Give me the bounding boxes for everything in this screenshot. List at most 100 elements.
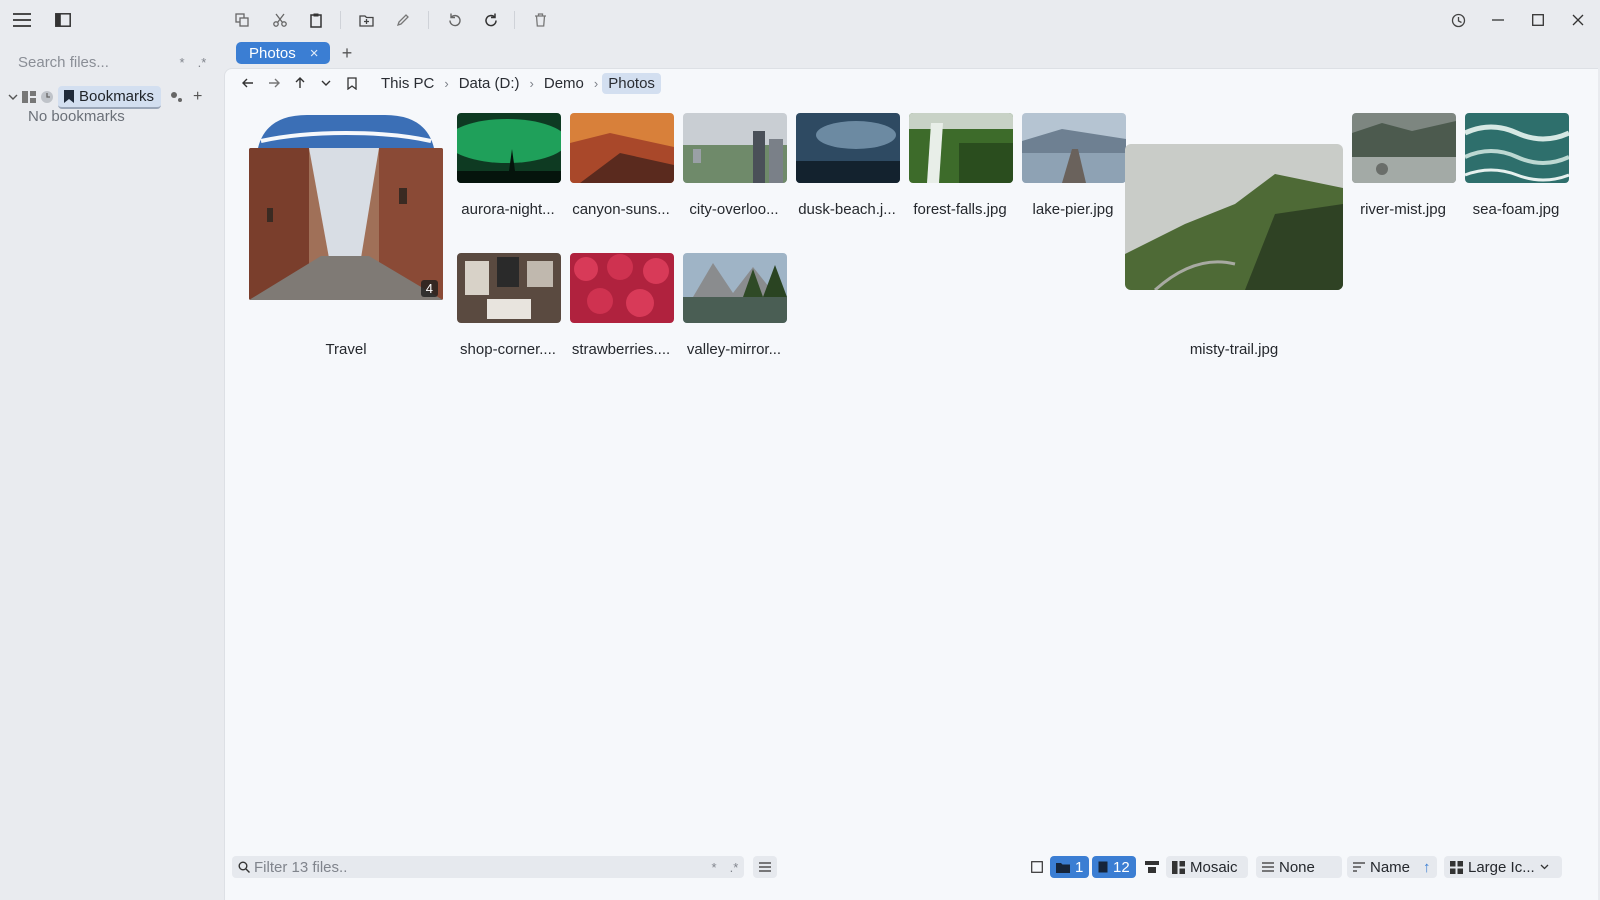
add-bookmark-button[interactable]: + [193, 88, 202, 106]
rotate-right-icon[interactable] [479, 9, 503, 31]
tab-close-icon[interactable]: × [310, 45, 319, 62]
group-lines-icon [1262, 862, 1274, 872]
filter-input[interactable] [254, 858, 704, 876]
tab-photos[interactable]: Photos × [236, 42, 330, 64]
image-thumbnail [570, 113, 674, 183]
image-thumbnail [796, 113, 900, 183]
list-options-button[interactable] [753, 856, 777, 878]
bookmarks-label: Bookmarks [79, 87, 155, 105]
image-thumbnail [457, 113, 561, 183]
history-clock-icon[interactable] [40, 90, 54, 104]
file-shop-corner[interactable]: shop-corner.... [455, 253, 561, 373]
bookmarks-header: Bookmarks + [8, 85, 222, 109]
folders-filter-button[interactable]: 1 [1050, 856, 1090, 878]
sidebar: * .* Bookmarks + No bookmarks [0, 0, 224, 900]
tab-label: Photos [249, 44, 296, 62]
folder-icon [257, 113, 435, 153]
file-valley-mirror[interactable]: valley-mirror... [681, 253, 787, 373]
search-files-input[interactable] [10, 53, 172, 71]
details-toggle-button[interactable] [1139, 856, 1165, 878]
file-lake-pier[interactable]: lake-pier.jpg [1020, 113, 1126, 233]
file-aurora-night[interactable]: aurora-night... [455, 113, 561, 233]
delete-trash-icon[interactable] [528, 9, 552, 31]
regex-toggle[interactable]: .* [724, 860, 744, 875]
grid-view-icon[interactable] [22, 91, 36, 103]
sidebar-search: * .* [10, 50, 212, 74]
breadcrumb-photos[interactable]: Photos [602, 72, 661, 94]
sidebar-toggle-icon[interactable] [51, 9, 75, 31]
file-river-mist[interactable]: river-mist.jpg [1350, 113, 1456, 233]
image-thumbnail [1352, 113, 1456, 183]
toolbar-divider [340, 11, 341, 29]
large-icons-icon [1450, 860, 1463, 874]
tag-people-icon[interactable] [169, 91, 183, 103]
file-browser: This PC › Data (D:) › Demo › Photos 4 Tr… [224, 68, 1598, 900]
folder-count-badge: 4 [420, 280, 438, 297]
sort-direction-icon[interactable]: ↑ [1423, 859, 1431, 876]
file-canyon-sunset[interactable]: canyon-suns... [568, 113, 674, 233]
breadcrumb-separator: › [593, 75, 599, 91]
copy-icon[interactable] [230, 9, 254, 31]
view-mode-button[interactable]: Large Ic... [1444, 856, 1562, 878]
forward-arrow-icon[interactable] [261, 71, 287, 95]
file-label: dusk-beach.j... [798, 201, 896, 218]
file-label: lake-pier.jpg [1032, 201, 1114, 218]
maximize-icon[interactable] [1526, 9, 1550, 31]
regex-toggle[interactable]: .* [192, 55, 212, 70]
file-label: city-overloo... [689, 201, 779, 218]
file-icon [1098, 861, 1108, 873]
new-folder-icon[interactable] [354, 9, 378, 31]
list-icon [759, 862, 771, 872]
file-label: canyon-suns... [572, 201, 670, 218]
breadcrumb-this-pc[interactable]: This PC [375, 73, 440, 94]
search-icon [238, 861, 250, 873]
rotate-left-icon[interactable] [442, 9, 466, 31]
toolbar-divider [514, 11, 515, 29]
rename-pencil-icon[interactable] [391, 9, 415, 31]
status-bar: * .* 1 12 [225, 854, 1599, 882]
chevron-down-icon[interactable] [8, 93, 18, 101]
no-bookmarks-text: No bookmarks [28, 108, 125, 125]
folder-travel[interactable]: 4 Travel [249, 113, 443, 369]
back-arrow-icon[interactable] [235, 71, 261, 95]
image-thumbnail [570, 253, 674, 323]
file-dusk-beach[interactable]: dusk-beach.j... [794, 113, 900, 233]
breadcrumb-data-drive[interactable]: Data (D:) [453, 73, 526, 94]
minimize-icon[interactable] [1486, 9, 1510, 31]
select-all-checkbox[interactable] [1025, 856, 1049, 878]
files-filter-button[interactable]: 12 [1092, 856, 1136, 878]
bookmark-outline-icon[interactable] [339, 71, 365, 95]
group-by-button[interactable]: None [1256, 856, 1342, 878]
files-count: 12 [1113, 858, 1130, 876]
image-thumbnail [1022, 113, 1126, 183]
layout-label: Mosaic [1190, 858, 1238, 876]
folder-preview-image: 4 [249, 148, 443, 300]
cut-scissors-icon[interactable] [268, 9, 292, 31]
paste-clipboard-icon[interactable] [304, 9, 328, 31]
file-forest-falls[interactable]: forest-falls.jpg [907, 113, 1013, 233]
up-arrow-icon[interactable] [287, 71, 313, 95]
file-misty-trail[interactable]: misty-trail.jpg [1125, 144, 1345, 372]
image-thumbnail [683, 253, 787, 323]
folder-icon [1056, 862, 1070, 873]
filter-box: * .* [232, 856, 744, 878]
new-tab-button[interactable]: + [338, 42, 356, 64]
wildcard-toggle[interactable]: * [704, 860, 724, 875]
checkbox-icon [1031, 861, 1043, 873]
layout-mosaic-button[interactable]: Mosaic [1166, 856, 1248, 878]
history-icon[interactable] [1446, 9, 1470, 31]
mosaic-icon [1172, 860, 1185, 874]
hamburger-menu-icon[interactable] [10, 9, 34, 31]
chevron-down-icon[interactable] [313, 71, 339, 95]
sort-by-button[interactable]: Name ↑ [1347, 856, 1437, 878]
folders-count: 1 [1075, 858, 1084, 876]
file-label: Travel [325, 341, 367, 358]
bookmarks-tab[interactable]: Bookmarks [58, 85, 162, 109]
close-window-icon[interactable] [1566, 9, 1590, 31]
file-strawberries[interactable]: strawberries.... [568, 253, 674, 373]
file-sea-foam[interactable]: sea-foam.jpg [1463, 113, 1569, 233]
navigation-bar: This PC › Data (D:) › Demo › Photos [235, 71, 661, 95]
wildcard-toggle[interactable]: * [172, 55, 192, 70]
file-city-overlook[interactable]: city-overloo... [681, 113, 787, 233]
breadcrumb-demo[interactable]: Demo [538, 73, 590, 94]
